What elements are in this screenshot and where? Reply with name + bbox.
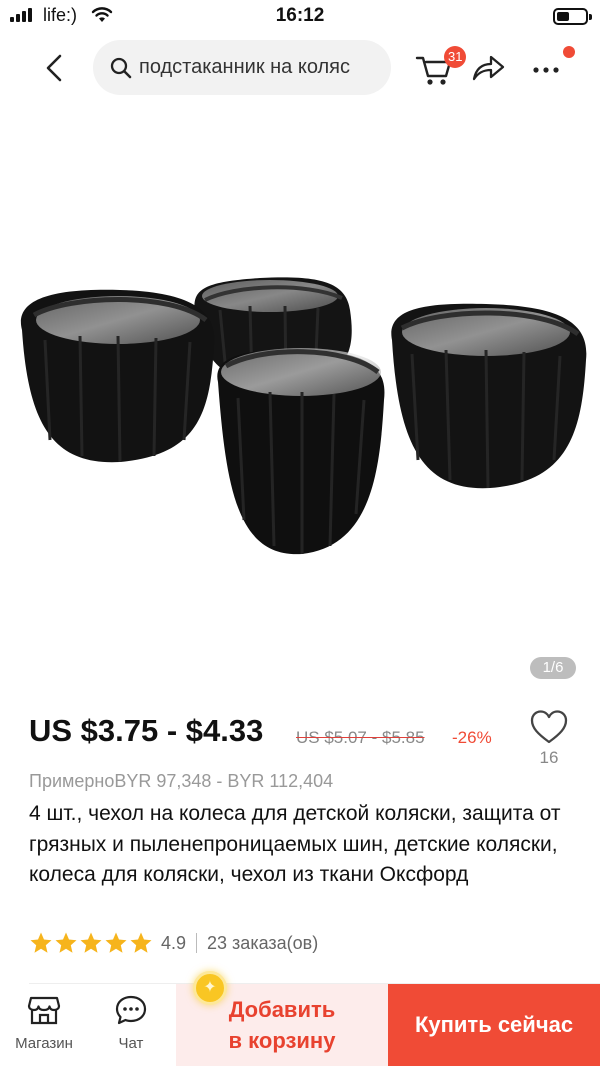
- orders-count: 23 заказа(ов): [207, 932, 319, 953]
- search-bar[interactable]: подстаканник на коляс: [93, 40, 391, 95]
- chat-icon: [115, 995, 147, 1025]
- store-label: Магазин: [15, 1035, 73, 1052]
- image-counter: 1/6: [530, 657, 576, 679]
- wheel-cover-front: [217, 348, 385, 555]
- share-icon[interactable]: [470, 52, 506, 84]
- local-currency-price: ПримерноBYR 97,348 - BYR 112,404: [29, 771, 334, 791]
- battery-icon: [553, 8, 592, 25]
- star-icon: [80, 932, 102, 953]
- discount-badge: -26%: [452, 728, 492, 747]
- more-icon[interactable]: [529, 50, 565, 84]
- notification-dot: [563, 46, 575, 58]
- star-icon: [105, 932, 127, 953]
- star-icon: [130, 932, 152, 953]
- product-title: 4 шт., чехол на колеса для детской коляс…: [29, 802, 561, 886]
- buy-now-button[interactable]: Купить сейчас: [388, 984, 600, 1066]
- price-range: US $3.75 - $4.33: [29, 713, 264, 748]
- top-nav: подстаканник на коляс 31: [0, 38, 600, 98]
- rating-value: 4.9: [161, 932, 187, 953]
- rating-row[interactable]: 4.9 23 заказа(ов): [29, 931, 318, 955]
- status-bar: life:) 16:12: [0, 0, 600, 34]
- wishlist-count: 16: [539, 748, 559, 767]
- rating-stars: [29, 931, 153, 955]
- store-icon: [27, 996, 61, 1025]
- chat-label: Чат: [118, 1035, 144, 1052]
- search-input[interactable]: подстаканник на коляс: [139, 56, 350, 79]
- cart-count-badge: 31: [444, 46, 467, 68]
- status-time: 16:12: [275, 5, 325, 26]
- chat-button[interactable]: Чат: [91, 994, 171, 1052]
- store-button[interactable]: Магазин: [4, 994, 84, 1052]
- wheel-cover-left: [20, 289, 215, 463]
- add-to-cart-line-2: в корзину: [228, 1028, 336, 1053]
- bottom-action-bar: Магазин Чат Добавить в корзину Купить се…: [0, 984, 600, 1066]
- search-icon: [110, 57, 132, 78]
- heart-icon[interactable]: [528, 708, 570, 746]
- wheel-cover-right: [391, 303, 587, 489]
- coin-icon: ✦: [193, 971, 227, 1005]
- product-image[interactable]: [0, 110, 600, 690]
- original-price: US $5.07 - $5.85: [296, 728, 425, 747]
- divider: [196, 933, 198, 953]
- star-icon: [55, 932, 77, 953]
- star-icon: [30, 932, 52, 953]
- back-icon[interactable]: [38, 50, 72, 86]
